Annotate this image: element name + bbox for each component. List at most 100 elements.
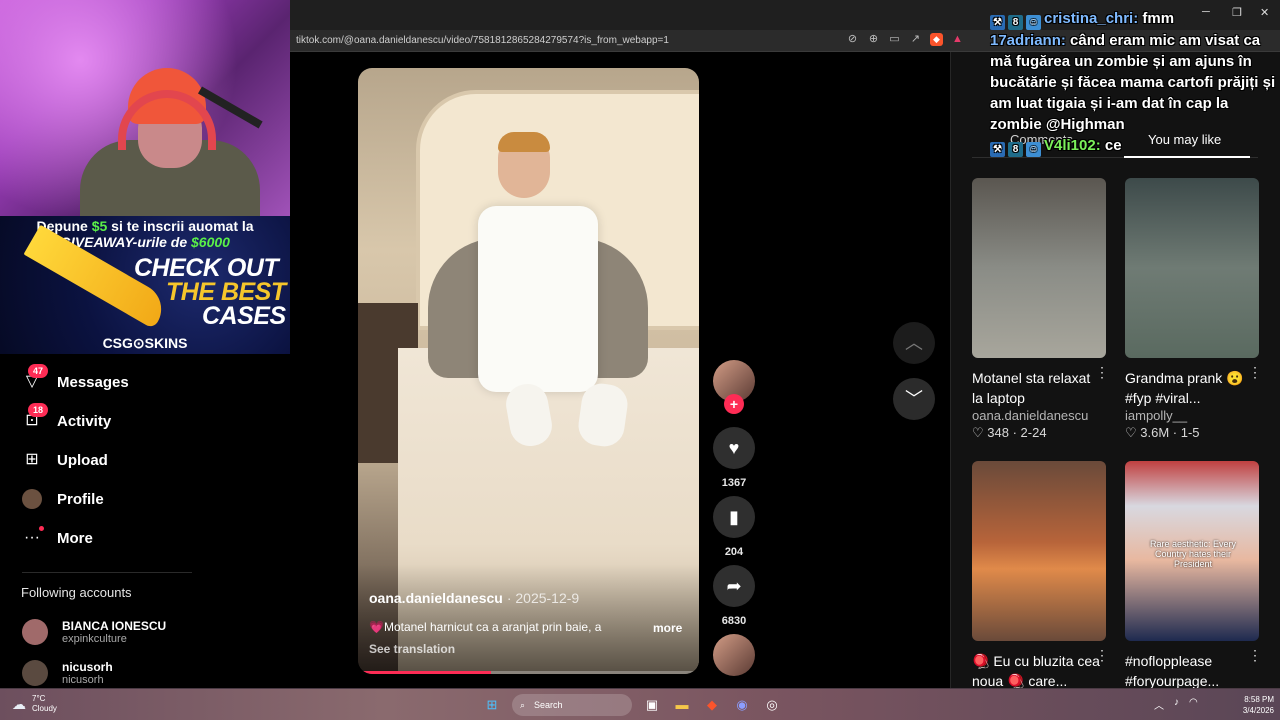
network-icon[interactable]: ◠ xyxy=(1189,697,1198,712)
share-arrow-icon[interactable]: ➦ xyxy=(713,565,755,607)
card-title[interactable]: Grandma prank 😮 #fyp #viral... xyxy=(1125,368,1255,408)
sidebar-item-upload[interactable]: ⊞ Upload xyxy=(22,448,108,472)
windows-start-icon[interactable]: ⊞ xyxy=(482,695,502,715)
chevron-up-icon[interactable]: ︿ xyxy=(1154,697,1164,712)
following-account-item[interactable]: BIANCA IONESCU expinkculture xyxy=(22,619,166,645)
stream-chat-overlay: ⚒ 8 ☺ cristina_chri: fmm 17adriann: când er… xyxy=(990,8,1280,157)
sidebar-item-profile[interactable]: Profile xyxy=(22,487,104,511)
discord-icon[interactable]: ◉ xyxy=(732,695,752,715)
brave-browser-icon[interactable]: ◆ xyxy=(702,695,722,715)
video-date: · 2025-12-9 xyxy=(506,590,580,606)
account-name: BIANCA IONESCU xyxy=(62,619,167,633)
creator-avatar-button[interactable]: + xyxy=(712,360,756,414)
chevron-up-icon: ︿ xyxy=(905,333,923,353)
sub-badge-icon: 8 xyxy=(1008,142,1023,157)
zoom-icon[interactable]: ⊕ xyxy=(867,33,880,46)
sidebar-divider xyxy=(22,572,192,573)
taskbar-clock[interactable]: 8:58 PM 3/4/2026 xyxy=(1228,694,1274,716)
chevron-down-icon: ﹀ xyxy=(905,389,923,409)
avatar-icon xyxy=(22,489,42,509)
chat-message: ⚒ 8 ☺ V4li102: ce xyxy=(990,135,1280,157)
chat-username: V4li102: xyxy=(1044,137,1101,154)
music-avatar-button[interactable] xyxy=(712,634,756,676)
creator-avatar[interactable]: + xyxy=(713,360,755,414)
taskbar-apps: ⊞ ⌕ Search ▣ ▬ ◆ ◉ ◎ xyxy=(482,694,782,716)
follow-plus-icon[interactable]: + xyxy=(724,394,744,414)
card-title[interactable]: 🪀 Eu cu bluzita cea noua 🪀 care... xyxy=(972,651,1102,691)
sidebar-item-label: Upload xyxy=(57,451,108,469)
activity-badge: 18 xyxy=(28,403,49,417)
author-name[interactable]: oana.danieldanescu xyxy=(369,590,503,606)
messages-badge: 47 xyxy=(28,364,49,378)
avatar xyxy=(22,660,48,686)
brave-shields-icon[interactable]: ◆ xyxy=(930,33,943,46)
emote-badge-icon: ☺ xyxy=(1026,15,1041,30)
inbox-icon: ⊡ 18 xyxy=(22,403,49,431)
previous-video-button[interactable]: ︿ xyxy=(893,322,935,364)
sidebar-item-messages[interactable]: ▽ 47 Messages xyxy=(22,364,129,394)
broadcaster-badge-icon: ⚒ xyxy=(990,15,1005,30)
search-label: Search xyxy=(534,700,563,710)
music-disc-avatar[interactable] xyxy=(713,634,755,676)
card-meta: ♡ 348 · 2-24 xyxy=(972,425,1047,440)
video-card[interactable]: Motanel sta relaxat la laptop oana.danie… xyxy=(972,178,1109,441)
file-explorer-icon[interactable]: ▬ xyxy=(672,695,692,715)
chat-message: 17adriann: când eram mic am visat ca mă … xyxy=(990,30,1280,135)
sidebar-item-more[interactable]: ··· More xyxy=(22,526,93,550)
account-username: nicusorh xyxy=(62,674,104,686)
kebab-menu-icon[interactable]: ⋮ xyxy=(1095,364,1109,381)
following-account-item[interactable]: nicusorh nicusorh xyxy=(22,660,113,686)
share-icon[interactable]: ↗ xyxy=(909,33,922,46)
heart-icon[interactable]: ♥ xyxy=(713,427,755,469)
more-button[interactable]: more xyxy=(653,621,682,635)
card-title[interactable]: #noflopplease #foryourpage... xyxy=(1125,651,1255,691)
card-title[interactable]: Motanel sta relaxat la laptop xyxy=(972,368,1102,408)
following-accounts-header: Following accounts xyxy=(21,585,132,600)
sidebar-item-label: More xyxy=(57,529,93,547)
promo-banner: Depune $5 si te inscrii auomat la GIVEAW… xyxy=(0,216,290,354)
promo-amount: $6000 xyxy=(191,234,230,250)
card-date: 2-24 xyxy=(1020,425,1047,440)
kebab-menu-icon[interactable]: ⋮ xyxy=(1095,647,1109,664)
no-camera-icon[interactable]: ⊘ xyxy=(846,33,859,46)
kebab-menu-icon[interactable]: ⋮ xyxy=(1248,647,1262,664)
video-card[interactable]: 🪀 Eu cu bluzita cea noua 🪀 care... ⋮ xyxy=(972,461,1109,691)
bookmark-icon[interactable]: ▮ xyxy=(713,496,755,538)
task-view-icon[interactable]: ▣ xyxy=(642,695,662,715)
video-progress-bar[interactable] xyxy=(358,671,699,674)
sidebar-item-label: Profile xyxy=(57,490,104,508)
video-author[interactable]: oana.danieldanescu · 2025-12-9 xyxy=(369,590,579,606)
video-thumbnail[interactable] xyxy=(972,178,1106,358)
speaker-icon[interactable]: ♪ xyxy=(1174,697,1179,712)
sidebar-item-activity[interactable]: ⊡ 18 Activity xyxy=(22,403,111,433)
steam-icon[interactable]: ◎ xyxy=(762,695,782,715)
url-text[interactable]: tiktok.com/@oana.danieldanescu/video/758… xyxy=(296,35,669,46)
card-likes: 348 xyxy=(987,425,1009,440)
taskbar-search[interactable]: ⌕ Search xyxy=(512,694,632,716)
like-count: 1367 xyxy=(721,477,747,489)
next-video-button[interactable]: ﹀ xyxy=(893,378,935,420)
see-translation-link[interactable]: See translation xyxy=(369,642,455,656)
kebab-menu-icon[interactable]: ⋮ xyxy=(1248,364,1262,381)
card-author[interactable]: oana.danieldanescu xyxy=(972,408,1107,423)
like-button[interactable]: ♥ 1367 xyxy=(712,427,756,489)
share-count: 6830 xyxy=(721,615,747,627)
video-thumbnail[interactable] xyxy=(1125,178,1259,358)
chat-text: ce xyxy=(1100,137,1122,154)
card-author[interactable]: iampolly__ xyxy=(1125,408,1260,423)
screen-cast-icon[interactable]: ▭ xyxy=(888,33,901,46)
video-thumbnail[interactable] xyxy=(972,461,1106,641)
promo-headline: CASES xyxy=(202,302,286,330)
brave-rewards-icon[interactable]: ▲ xyxy=(951,33,964,46)
video-player[interactable]: oana.danieldanescu · 2025-12-9 💗Motanel h… xyxy=(358,68,699,674)
video-card[interactable]: Grandma prank 😮 #fyp #viral... iampolly_… xyxy=(1125,178,1262,441)
video-progress-fill xyxy=(358,671,491,674)
card-date: 1-5 xyxy=(1180,425,1200,440)
system-tray: ︿ ♪ ◠ xyxy=(1154,697,1198,712)
save-button[interactable]: ▮ 204 xyxy=(712,496,756,558)
video-thumbnail[interactable]: Rare aesthetic: Every Country hates thei… xyxy=(1125,461,1259,641)
promo-brand-logo: CSG⊙SKINS xyxy=(102,335,188,351)
weather-widget[interactable]: ☁ 7°C Cloudy xyxy=(12,694,57,714)
share-button[interactable]: ➦ 6830 xyxy=(712,565,756,627)
video-card[interactable]: Rare aesthetic: Every Country hates thei… xyxy=(1125,461,1262,691)
